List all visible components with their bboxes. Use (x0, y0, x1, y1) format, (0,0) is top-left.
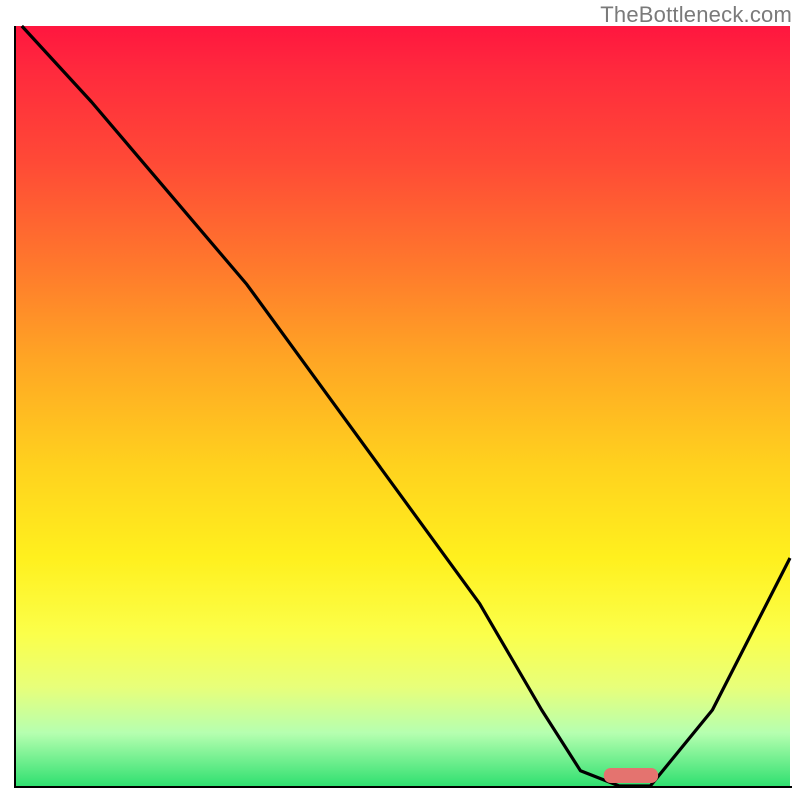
line-series (14, 26, 790, 786)
optimal-marker (604, 768, 658, 783)
bottleneck-curve (22, 26, 790, 786)
chart-container: { "watermark": "TheBottleneck.com", "cha… (0, 0, 800, 800)
plot-area (14, 26, 790, 786)
watermark-text: TheBottleneck.com (600, 2, 792, 28)
